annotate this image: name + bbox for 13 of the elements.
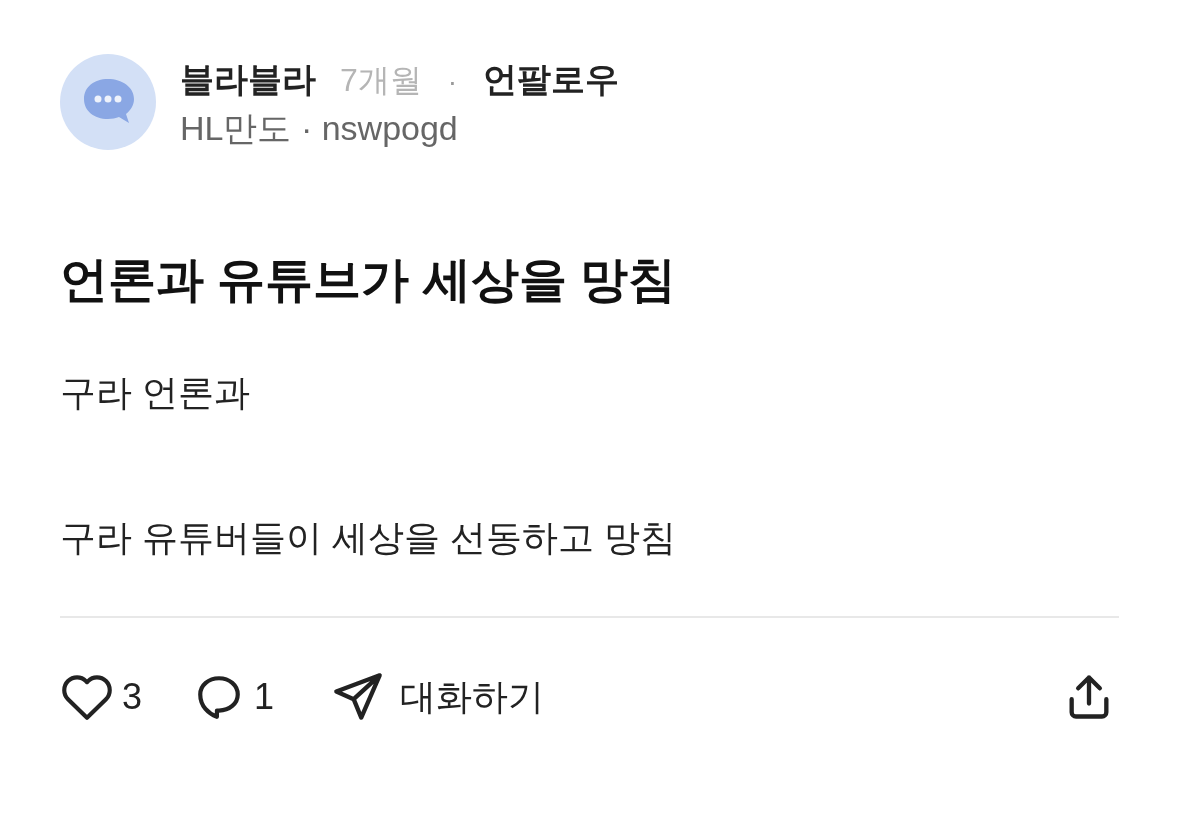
paper-plane-icon [332, 671, 385, 723]
author-name[interactable]: 블라블라 [180, 54, 316, 106]
separator-dot: · [447, 65, 458, 100]
post-time: 7개월 [340, 61, 422, 101]
post-body-line: 구라 유튜버들이 세상을 선동하고 망침 [60, 516, 677, 560]
heart-icon [60, 673, 114, 721]
post-body-line: 구라 언론과 [60, 371, 251, 415]
comment-button[interactable]: 1 [194, 670, 275, 724]
post-title: 언론과 유튜브가 세상을 망침 [60, 252, 677, 308]
company-handle: HL만도 · nswpogd [180, 108, 459, 150]
unfollow-link[interactable]: 언팔로우 [483, 54, 620, 106]
chat-button[interactable]: 대화하기 [332, 670, 545, 724]
like-button[interactable]: 3 [60, 670, 143, 724]
